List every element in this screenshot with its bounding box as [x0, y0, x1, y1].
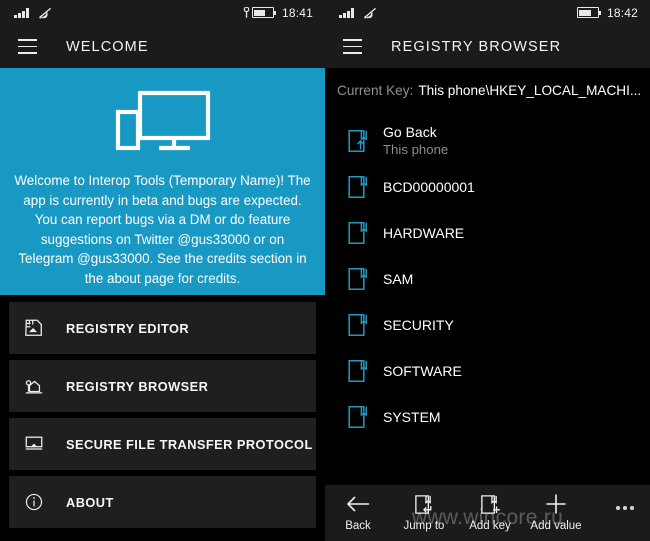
- registry-key-icon: [348, 268, 367, 290]
- welcome-hero-panel: Welcome to Interop Tools (Temporary Name…: [0, 68, 325, 295]
- tile-label: REGISTRY BROWSER: [66, 378, 209, 394]
- info-circle-icon: [23, 491, 45, 513]
- registry-key-list: Go Back This phone BCD00000001 HARDWARE …: [325, 112, 650, 485]
- list-item-hardware[interactable]: HARDWARE: [325, 210, 650, 256]
- hamburger-menu-icon[interactable]: [10, 30, 44, 64]
- signal-bars-icon: [339, 7, 354, 18]
- list-item-bcd00000001[interactable]: BCD00000001: [325, 164, 650, 210]
- registry-browser-icon: [23, 375, 45, 397]
- list-item-software[interactable]: SOFTWARE: [325, 348, 650, 394]
- list-item-name: HARDWARE: [383, 224, 465, 241]
- tile-label: SECURE FILE TRANSFER PROTOCOL: [66, 436, 313, 452]
- list-item-name: BCD00000001: [383, 178, 475, 195]
- status-bar-right-icons: 18:42: [576, 5, 638, 20]
- command-label: Add value: [530, 520, 582, 532]
- list-item-sam[interactable]: SAM: [325, 256, 650, 302]
- list-item-subtitle: This phone: [383, 142, 449, 158]
- registry-key-icon: [348, 222, 367, 244]
- signal-bars-icon: [14, 7, 29, 18]
- list-item-go-back[interactable]: Go Back This phone: [325, 118, 650, 164]
- app-header-right: REGISTRY BROWSER: [325, 25, 650, 68]
- monitor-and-phone-icon: [115, 90, 210, 151]
- current-key-value: This phone\HKEY_LOCAL_MACHI...: [418, 82, 642, 98]
- battery-icon: [576, 7, 602, 18]
- status-time: 18:42: [606, 5, 638, 20]
- tile-about[interactable]: ABOUT: [9, 476, 316, 528]
- command-bar: Back Jump to Add key Add value www.winco…: [325, 485, 650, 541]
- add-key-button[interactable]: Add key: [457, 491, 523, 532]
- arrow-left-icon: [345, 491, 371, 517]
- add-value-button[interactable]: Add value: [523, 491, 589, 532]
- list-item-text: SECURITY: [383, 317, 454, 333]
- list-item-name: SYSTEM: [383, 408, 441, 425]
- plus-icon: [544, 491, 568, 517]
- wifi-icon: [38, 7, 51, 19]
- welcome-message: Welcome to Interop Tools (Temporary Name…: [14, 173, 311, 286]
- tile-registry-browser[interactable]: REGISTRY BROWSER: [9, 360, 316, 412]
- list-item-text: SAM: [383, 271, 413, 287]
- jump-to-button[interactable]: Jump to: [391, 491, 457, 532]
- status-time: 18:41: [281, 5, 313, 20]
- welcome-screen: 18:41 WELCOME Welcome to Interop Tools (…: [0, 0, 325, 541]
- list-item-security[interactable]: SECURITY: [325, 302, 650, 348]
- status-bar-left: 18:41: [0, 0, 325, 25]
- current-key-label: Current Key:: [337, 82, 414, 98]
- tile-sftp[interactable]: SECURE FILE TRANSFER PROTOCOL: [9, 418, 316, 470]
- list-item-name: SOFTWARE: [383, 362, 462, 379]
- plug-icon: [243, 7, 250, 18]
- sftp-monitor-icon: [23, 433, 45, 455]
- tile-label: REGISTRY EDITOR: [66, 320, 190, 336]
- folder-plus-icon: [479, 491, 502, 517]
- current-key-bar: Current Key: This phone\HKEY_LOCAL_MACHI…: [325, 68, 650, 112]
- dual-screenshot-container: 18:41 WELCOME Welcome to Interop Tools (…: [0, 0, 650, 541]
- list-item-text: SOFTWARE: [383, 363, 462, 379]
- folder-up-icon: [348, 130, 367, 152]
- page-title: REGISTRY BROWSER: [391, 38, 562, 55]
- registry-browser-screen: 18:42 REGISTRY BROWSER Current Key: This…: [325, 0, 650, 541]
- tile-registry-editor[interactable]: REGISTRY EDITOR: [9, 302, 316, 354]
- list-item-name: SECURITY: [383, 316, 454, 333]
- status-bar-left-icons: [14, 7, 53, 19]
- list-item-name: Go Back: [383, 124, 437, 141]
- registry-key-icon: [348, 176, 367, 198]
- battery-icon: [251, 7, 277, 18]
- page-title: WELCOME: [66, 38, 149, 55]
- tile-label: ABOUT: [66, 494, 114, 510]
- registry-key-icon: [348, 360, 367, 382]
- command-label: Back: [345, 520, 371, 532]
- status-bar-left-icons: [339, 7, 378, 19]
- command-label: Add key: [469, 520, 511, 532]
- wifi-icon: [363, 7, 376, 19]
- command-label: Jump to: [403, 520, 445, 532]
- status-bar-right-icons: 18:41: [243, 6, 313, 20]
- status-bar-right: 18:42: [325, 0, 650, 25]
- back-button[interactable]: Back: [325, 491, 391, 532]
- menu-tiles: REGISTRY EDITOR REGISTRY BROWSER SECURE …: [0, 295, 325, 541]
- app-header-left: WELCOME: [0, 25, 325, 68]
- registry-key-icon: [348, 314, 367, 336]
- battery-charging-icon: [243, 7, 277, 18]
- list-item-text: BCD00000001: [383, 179, 475, 195]
- folder-enter-icon: [413, 491, 436, 517]
- list-item-text: SYSTEM: [383, 409, 441, 425]
- registry-key-icon: [348, 406, 367, 428]
- ellipsis-icon[interactable]: [610, 497, 640, 519]
- list-item-text: HARDWARE: [383, 225, 464, 241]
- registry-editor-icon: [23, 317, 45, 339]
- list-item-name: SAM: [383, 270, 414, 287]
- list-item-system[interactable]: SYSTEM: [325, 394, 650, 440]
- list-item-text: Go Back This phone: [383, 124, 448, 157]
- hamburger-menu-icon[interactable]: [335, 30, 369, 64]
